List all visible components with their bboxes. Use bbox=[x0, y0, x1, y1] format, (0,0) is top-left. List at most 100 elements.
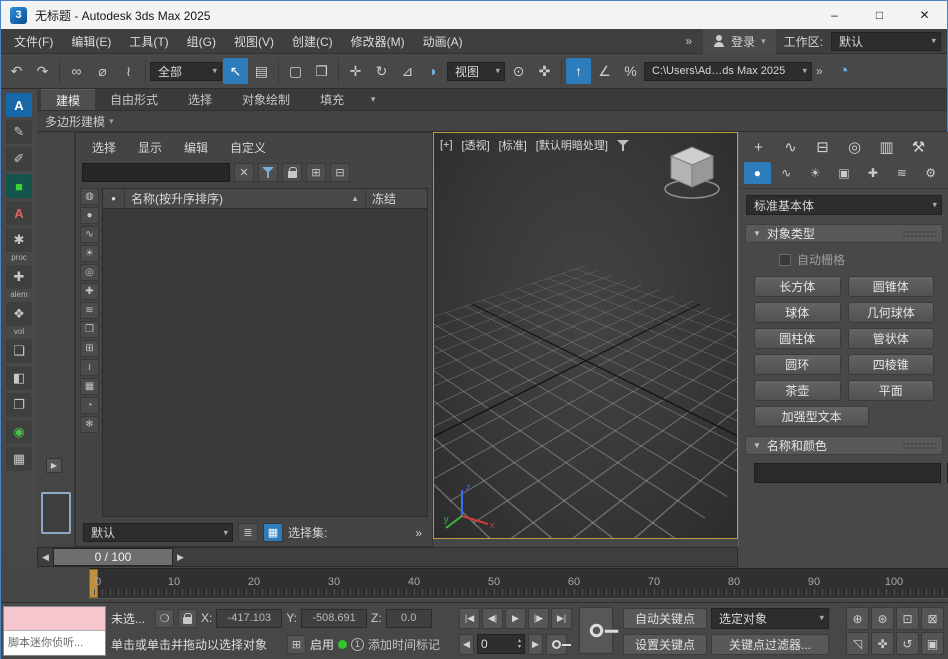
windows-icon[interactable]: ❐ bbox=[6, 393, 32, 417]
utilities-tab-icon[interactable]: ⚒ bbox=[904, 135, 933, 159]
next-frame-icon[interactable]: |▶ bbox=[528, 608, 549, 629]
orbit-icon[interactable]: ↺ bbox=[896, 632, 919, 655]
login-button[interactable]: 登录 ▾ bbox=[703, 29, 776, 54]
bind-to-space-warp-icon[interactable]: ≀ bbox=[116, 58, 141, 84]
window-crossing-icon[interactable]: ❐ bbox=[309, 58, 334, 84]
select-object-icon[interactable]: ↖ bbox=[223, 58, 248, 84]
menu-modifiers[interactable]: 修改器(M) bbox=[342, 29, 414, 53]
select-and-manipulate-icon[interactable]: ✜ bbox=[532, 58, 557, 84]
snap-toggle-icon[interactable]: ↑ bbox=[566, 58, 591, 84]
filter-funnel-icon[interactable] bbox=[258, 163, 278, 182]
display-tab-icon[interactable]: ▥ bbox=[872, 135, 901, 159]
menu-views[interactable]: 视图(V) bbox=[225, 29, 283, 53]
ribbon-panel-polygon-modeling[interactable]: 多边形建模 bbox=[45, 113, 105, 130]
display-shapes-icon[interactable]: ∿ bbox=[80, 226, 99, 243]
panels-icon[interactable]: ▦ bbox=[6, 447, 32, 471]
sort-by-layer-icon[interactable]: ▦ bbox=[263, 523, 283, 542]
teapot-button[interactable]: 茶壶 bbox=[754, 380, 841, 401]
maximize-viewport-icon[interactable]: ▣ bbox=[921, 632, 944, 655]
auto-key-button[interactable]: 自动关键点 bbox=[623, 608, 707, 629]
text-a-icon[interactable]: A bbox=[6, 201, 32, 225]
search-input[interactable] bbox=[82, 163, 230, 182]
minimize-button[interactable]: – bbox=[812, 1, 857, 29]
viewport-general-menu[interactable]: [+] bbox=[440, 139, 453, 151]
header-frozen-column[interactable]: 冻结 bbox=[365, 189, 427, 208]
display-cameras-icon[interactable]: ◎ bbox=[80, 264, 99, 281]
box-button[interactable]: 长方体 bbox=[754, 276, 841, 297]
geometry-category-icon[interactable]: ● bbox=[744, 162, 771, 184]
cone-button[interactable]: 圆锥体 bbox=[848, 276, 935, 297]
header-type-icon[interactable]: ● bbox=[103, 189, 125, 208]
track-bar-ruler[interactable]: 0 10 20 30 40 50 60 70 80 90 100 bbox=[89, 568, 948, 599]
slider-previous-frame-icon[interactable]: ◀ bbox=[38, 548, 53, 566]
zoom-extents-all-icon[interactable]: ⊠ bbox=[921, 607, 944, 630]
key-filters-button[interactable]: 关键点过滤器... bbox=[711, 634, 829, 655]
frame-back-icon[interactable]: ◀ bbox=[459, 634, 474, 655]
use-pivot-center-icon[interactable]: ⊙ bbox=[506, 58, 531, 84]
pyramid-button[interactable]: 四棱锥 bbox=[848, 354, 935, 375]
select-and-scale-icon[interactable]: ⊿ bbox=[395, 58, 420, 84]
display-geometry-icon[interactable]: ● bbox=[80, 207, 99, 224]
ribbon-minimize-icon[interactable]: ▾ bbox=[359, 89, 387, 110]
isolate-selection-icon[interactable]: ❍ bbox=[155, 609, 174, 628]
se-menu-select[interactable]: 选择 bbox=[82, 137, 126, 158]
space-warps-category-icon[interactable]: ≋ bbox=[888, 162, 915, 184]
edit-pencil-icon[interactable]: ✎ bbox=[6, 120, 32, 144]
key-mode-toggle-icon[interactable] bbox=[546, 634, 567, 655]
selection-filter-dropdown[interactable]: 全部 bbox=[150, 62, 222, 81]
progressive-display-icon[interactable]: ⊞ bbox=[287, 635, 306, 654]
display-helpers-icon[interactable]: ✚ bbox=[80, 283, 99, 300]
new-selection-set-icon[interactable]: ⊞ bbox=[306, 163, 326, 182]
go-to-start-icon[interactable]: |◀ bbox=[459, 608, 480, 629]
sphere-button[interactable]: 球体 bbox=[754, 302, 841, 323]
unlink-selection-icon[interactable]: ⌀ bbox=[90, 58, 115, 84]
shapes-category-icon[interactable]: ∿ bbox=[773, 162, 800, 184]
proc-icon[interactable]: ✱ bbox=[6, 228, 32, 252]
zoom-icon[interactable]: ⊕ bbox=[846, 607, 869, 630]
display-groups-icon[interactable]: ❐ bbox=[80, 321, 99, 338]
play-animation-icon[interactable]: ▶ bbox=[505, 608, 526, 629]
alem-icon[interactable]: ✚ bbox=[6, 265, 32, 289]
z-coord-field[interactable]: 0.0 bbox=[386, 609, 432, 628]
frame-spinner[interactable]: ▴▾ bbox=[518, 638, 521, 650]
layer-dropdown[interactable]: 默认 bbox=[83, 523, 233, 542]
select-and-rotate-icon[interactable]: ↻ bbox=[369, 58, 394, 84]
set-key-button[interactable]: 设置关键点 bbox=[623, 634, 707, 655]
motion-tab-icon[interactable]: ◎ bbox=[840, 135, 869, 159]
time-slider-track[interactable]: ◀ 0 / 100 ▶ bbox=[37, 547, 738, 567]
display-containers-icon[interactable]: ▦ bbox=[80, 378, 99, 395]
x-coord-field[interactable]: -417.103 bbox=[216, 609, 282, 628]
selection-set-list-icon[interactable]: ⊟ bbox=[330, 163, 350, 182]
field-of-view-icon[interactable]: ◹ bbox=[846, 632, 869, 655]
zoom-extents-icon[interactable]: ⊡ bbox=[896, 607, 919, 630]
add-time-tag[interactable]: 添加时间标记 bbox=[368, 636, 440, 653]
notification-count-icon[interactable]: 1 bbox=[351, 638, 364, 651]
lock-selection-set-icon[interactable] bbox=[282, 163, 302, 182]
y-coord-field[interactable]: -508.691 bbox=[301, 609, 367, 628]
scene-object-list[interactable] bbox=[103, 209, 427, 516]
select-and-place-icon[interactable]: ◗ bbox=[421, 58, 446, 84]
se-menu-customize[interactable]: 自定义 bbox=[220, 137, 276, 158]
key-filter-selection-dropdown[interactable]: 选定对象 bbox=[711, 608, 829, 629]
vol-icon[interactable]: ❖ bbox=[6, 302, 32, 326]
previous-frame-icon[interactable]: ◀| bbox=[482, 608, 503, 629]
select-and-move-icon[interactable]: ✛ bbox=[343, 58, 368, 84]
toolbar-clock-icon[interactable]: ◔ bbox=[827, 58, 861, 84]
create-tab-icon[interactable]: + bbox=[744, 135, 773, 159]
project-folder-dropdown[interactable]: C:\Users\Ad…ds Max 2025 bbox=[644, 62, 812, 81]
redo-icon[interactable]: ↷ bbox=[30, 58, 55, 84]
plane-button[interactable]: 平面 bbox=[848, 380, 935, 401]
maxscript-mini-listener[interactable]: 脚本迷你侦听... bbox=[3, 606, 106, 656]
cameras-category-icon[interactable]: ▣ bbox=[831, 162, 858, 184]
hand-icon[interactable]: ❏ bbox=[6, 339, 32, 363]
display-mode-icon[interactable]: ≣ bbox=[238, 523, 258, 542]
ribbon-tab-object-paint[interactable]: 对象绘制 bbox=[227, 89, 305, 110]
listener-macro-row[interactable] bbox=[4, 607, 105, 631]
perspective-viewport[interactable]: [+] [透视] [标准] [默认明暗处理] z x y bbox=[433, 132, 738, 539]
viewport-filter-icon[interactable] bbox=[617, 140, 629, 151]
name-color-rollout-header[interactable]: ▼ 名称和颜色 bbox=[745, 436, 943, 455]
ribbon-tab-freeform[interactable]: 自由形式 bbox=[95, 89, 173, 110]
current-frame-field[interactable]: 0 ▴▾ bbox=[477, 634, 525, 654]
rectangular-selection-icon[interactable]: ▢ bbox=[283, 58, 308, 84]
pan-view-icon[interactable]: ✜ bbox=[871, 632, 894, 655]
